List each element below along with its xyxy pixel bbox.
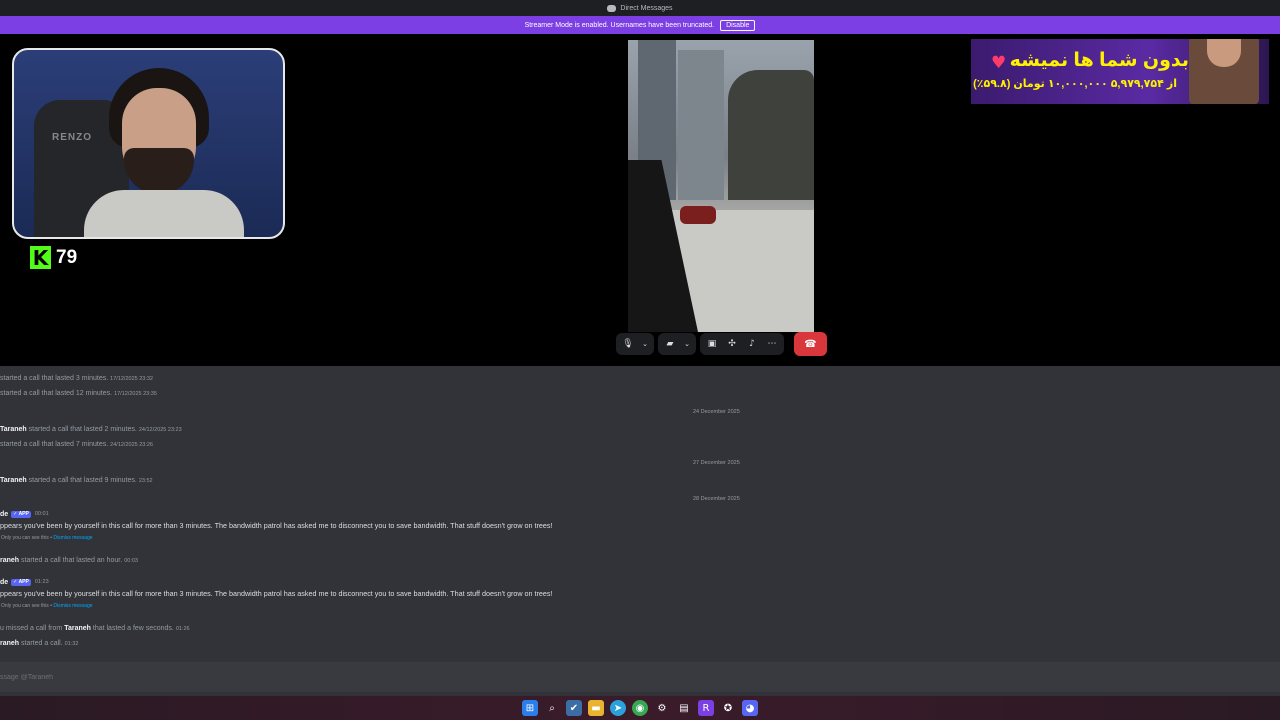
kick-icon: K bbox=[30, 246, 51, 270]
file-explorer-icon[interactable]: ▬ bbox=[588, 700, 604, 716]
bot-message-body: ppears you've been by yourself in this c… bbox=[0, 521, 553, 530]
author-name[interactable]: Taraneh bbox=[0, 426, 27, 433]
call-controls: 🎙 ⌄ ▰ ⌄ ▣ ✣ ♪ ⋯ ☎ bbox=[616, 332, 827, 356]
kick-viewer-count: 79 bbox=[56, 246, 78, 268]
bot-message-header: de ✓ APP 00:01 bbox=[0, 510, 49, 519]
call-event: Taraneh started a call that lasted 2 min… bbox=[0, 426, 182, 433]
call-event: raneh started a call that lasted an hour… bbox=[0, 557, 138, 564]
settings-icon[interactable]: ⚙ bbox=[654, 700, 670, 716]
streamer-mode-text: Streamer Mode is enabled. Usernames have… bbox=[524, 21, 715, 29]
telegram-icon[interactable]: ➤ bbox=[610, 700, 626, 716]
soundboard-icon[interactable]: ♪ bbox=[745, 337, 759, 351]
disable-streamer-mode-button[interactable]: Disable bbox=[720, 19, 756, 31]
timestamp: 01:32 bbox=[64, 641, 79, 647]
author-name[interactable]: raneh bbox=[0, 557, 19, 564]
timestamp: 01:23 bbox=[34, 579, 49, 585]
timestamp: 00:03 bbox=[124, 558, 138, 564]
hang-up-icon: ☎ bbox=[804, 338, 817, 350]
ad-subtitle: از ۵,۹۷۹,۷۵۴ ۱۰,۰۰۰,۰۰۰ تومان (۵۹.۸٪) bbox=[973, 78, 1177, 90]
screen-share-icon[interactable]: ▣ bbox=[705, 337, 719, 351]
missed-call-event: u missed a call from Taraneh that lasted… bbox=[0, 625, 190, 632]
chevron-down-icon[interactable]: ⌄ bbox=[683, 337, 691, 351]
call-area: RENZO K 79 🎙 ⌄ ▰ ⌄ ▣ ✣ ♪ ⋯ ☎ ♥ بدون شما … bbox=[0, 34, 1280, 366]
author-name[interactable]: Taraneh bbox=[0, 477, 27, 484]
timestamp: 24/12/2025 23:23 bbox=[138, 427, 182, 433]
bot-author-name[interactable]: de bbox=[0, 510, 8, 519]
mic-control-group: 🎙 ⌄ bbox=[616, 333, 654, 355]
call-event: started a call that lasted 12 minutes. 17… bbox=[0, 390, 157, 397]
bot-message-body: ppears you've been by yourself in this c… bbox=[0, 589, 553, 598]
dismiss-message-link[interactable]: Dismiss message bbox=[53, 603, 92, 609]
call-event: started a call that lasted 7 minutes. 24/… bbox=[0, 441, 153, 448]
windows-start-icon[interactable]: ⊞ bbox=[522, 700, 538, 716]
timestamp: 17/12/2025 23:35 bbox=[114, 391, 157, 397]
hang-up-button[interactable]: ☎ bbox=[794, 332, 827, 356]
windows-taskbar: ⊞ ⌕ ✔ ▬ ➤ ◉ ⚙ ▤ R ✪ ◕ bbox=[0, 696, 1280, 720]
chevron-down-icon[interactable]: ⌄ bbox=[641, 337, 649, 351]
message-input[interactable] bbox=[0, 670, 600, 684]
timestamp: 17/12/2025 23:32 bbox=[110, 376, 153, 382]
video-trees bbox=[728, 70, 814, 200]
chair-logo-text: RENZO bbox=[52, 132, 92, 143]
app-tag: ✓ APP bbox=[11, 579, 31, 586]
author-name[interactable]: raneh bbox=[0, 640, 19, 647]
window-title: Direct Messages bbox=[620, 4, 673, 12]
ephemeral-notice: Only you can see this • Dismiss message bbox=[1, 535, 93, 541]
discord-icon bbox=[607, 4, 617, 12]
app-icon-2[interactable]: ▤ bbox=[676, 700, 692, 716]
app-icon[interactable]: ✔ bbox=[566, 700, 582, 716]
app-icon-3[interactable]: ✪ bbox=[720, 700, 736, 716]
ad-title: بدون شما ها نمیشه bbox=[1009, 50, 1189, 71]
call-event: raneh started a call. 01:32 bbox=[0, 640, 79, 647]
timestamp: 24/12/2025 23:26 bbox=[110, 442, 153, 448]
streamer-mode-banner: Streamer Mode is enabled. Usernames have… bbox=[0, 16, 1280, 34]
date-divider: 27 December 2025 bbox=[693, 460, 740, 466]
bot-author-name[interactable]: de bbox=[0, 578, 8, 587]
chat-log: started a call that lasted 3 minutes. 17/… bbox=[0, 366, 1280, 696]
microphone-icon[interactable]: 🎙 bbox=[621, 337, 635, 351]
video-stream-tile[interactable] bbox=[628, 40, 814, 332]
timestamp: 00:01 bbox=[34, 511, 49, 517]
activities-icon[interactable]: ✣ bbox=[725, 337, 739, 351]
timestamp: 01:26 bbox=[175, 626, 190, 632]
more-icon[interactable]: ⋯ bbox=[765, 337, 779, 351]
streamer-body bbox=[84, 190, 244, 237]
app-tag: ✓ APP bbox=[11, 511, 31, 518]
date-divider: 24 December 2025 bbox=[693, 409, 740, 415]
camera-off-icon[interactable]: ▰ bbox=[663, 337, 677, 351]
kick-viewer-badge: K 79 bbox=[30, 246, 78, 270]
heart-icon: ♥ bbox=[991, 53, 1007, 73]
search-icon[interactable]: ⌕ bbox=[544, 700, 560, 716]
streamer-beard bbox=[124, 148, 194, 194]
discord-icon[interactable]: ◕ bbox=[742, 700, 758, 716]
donation-ad-banner: ♥ بدون شما ها نمیشه از ۵,۹۷۹,۷۵۴ ۱۰,۰۰۰,… bbox=[971, 39, 1269, 104]
message-composer bbox=[0, 662, 1280, 692]
author-name[interactable]: Taraneh bbox=[64, 625, 91, 632]
dismiss-message-link[interactable]: Dismiss message bbox=[53, 535, 92, 541]
video-building bbox=[678, 50, 724, 200]
rider-icon[interactable]: R bbox=[698, 700, 714, 716]
camera-control-group: ▰ ⌄ bbox=[658, 333, 696, 355]
bot-message-header: de ✓ APP 01:23 bbox=[0, 578, 49, 587]
window-titlebar: Direct Messages bbox=[0, 0, 1280, 16]
timestamp: 23:52 bbox=[138, 478, 153, 484]
chrome-icon[interactable]: ◉ bbox=[632, 700, 648, 716]
webcam-overlay: RENZO bbox=[12, 48, 285, 239]
call-event: Taraneh started a call that lasted 9 min… bbox=[0, 477, 153, 484]
action-control-group: ▣ ✣ ♪ ⋯ bbox=[700, 333, 784, 355]
call-event: started a call that lasted 3 minutes. 17/… bbox=[0, 375, 153, 382]
date-divider: 28 December 2025 bbox=[693, 496, 740, 502]
ephemeral-notice: Only you can see this • Dismiss message bbox=[1, 603, 93, 609]
video-car bbox=[680, 206, 716, 224]
